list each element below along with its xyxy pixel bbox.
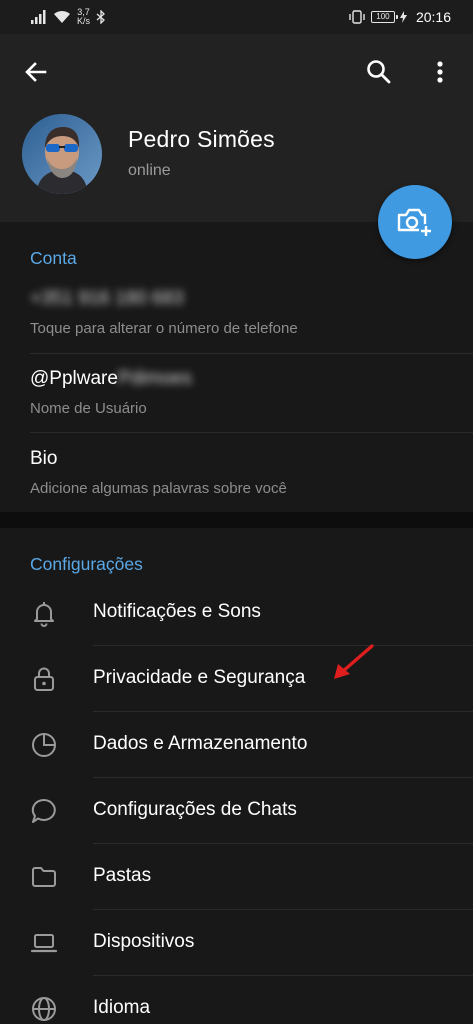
bell-icon: [34, 602, 54, 627]
divider: [30, 353, 473, 354]
settings-item-label: Configurações de Chats: [93, 799, 297, 820]
wifi-icon: [54, 10, 70, 23]
chat-bubble-icon: [31, 798, 56, 823]
account-section-title: Conta: [30, 248, 77, 268]
avatar-photo: [22, 114, 102, 194]
profile-status: online: [128, 162, 171, 179]
settings-item-label: Notificações e Sons: [93, 601, 261, 622]
signal-icon: [31, 10, 46, 24]
divider: [30, 432, 473, 433]
username: @PplwarePdimoes: [30, 368, 192, 390]
globe-icon: [32, 997, 56, 1021]
arrow-left-icon: [25, 62, 47, 82]
settings-item-language[interactable]: Idioma: [0, 976, 473, 1024]
account-section: Conta +351 916 180 683 Toque para altera…: [0, 222, 473, 512]
username-blurred: Pdimoes: [117, 368, 192, 389]
annotation-arrow: [334, 644, 374, 679]
status-bar: 3,7 K/s 100 20:16: [0, 0, 473, 34]
network-speed: 3,7 K/s: [77, 7, 91, 26]
settings-section: Configurações Notificações e Sons Privac…: [0, 528, 473, 1024]
settings-item-label: Idioma: [93, 997, 151, 1018]
camera-add-icon: [397, 208, 433, 238]
laptop-icon: [30, 934, 58, 953]
username-visible: @Pplware: [30, 368, 118, 389]
folder-icon: [32, 867, 56, 887]
settings-item-label: Dados e Armazenamento: [93, 733, 308, 754]
search-button[interactable]: [363, 56, 395, 88]
back-button[interactable]: [20, 56, 52, 88]
settings-item-chat-settings[interactable]: Configurações de Chats: [0, 778, 473, 844]
settings-item-devices[interactable]: Dispositivos: [0, 910, 473, 976]
settings-item-notifications[interactable]: Notificações e Sons: [0, 580, 473, 646]
bluetooth-icon: [96, 10, 105, 24]
username-hint: Nome de Usuário: [30, 400, 147, 417]
settings-item-label: Dispositivos: [93, 931, 195, 952]
settings-item-label: Privacidade e Segurança: [93, 667, 306, 688]
settings-section-title: Configurações: [30, 554, 143, 574]
more-vertical-icon: [437, 61, 443, 83]
charging-icon: [399, 11, 407, 23]
clock: 20:16: [415, 9, 451, 25]
set-profile-photo-button[interactable]: [378, 185, 452, 259]
profile-name: Pedro Simões: [128, 126, 275, 152]
search-icon: [367, 60, 391, 84]
lock-icon: [34, 667, 54, 691]
phone-number: +351 916 180 683: [30, 288, 184, 309]
bio-label: Bio: [30, 448, 58, 469]
settings-item-label: Pastas: [93, 865, 152, 886]
more-options-button[interactable]: [428, 56, 452, 88]
settings-item-folders[interactable]: Pastas: [0, 844, 473, 910]
vibrate-icon: [349, 10, 365, 24]
phone-hint: Toque para alterar o número de telefone: [30, 320, 298, 337]
settings-item-data-storage[interactable]: Dados e Armazenamento: [0, 712, 473, 778]
section-separator: [0, 512, 473, 528]
bio-hint: Adicione algumas palavras sobre você: [30, 480, 287, 497]
avatar[interactable]: [22, 114, 102, 194]
battery-indicator: 100: [370, 11, 398, 23]
pie-chart-icon: [32, 733, 56, 757]
settings-item-privacy[interactable]: Privacidade e Segurança: [0, 646, 473, 712]
